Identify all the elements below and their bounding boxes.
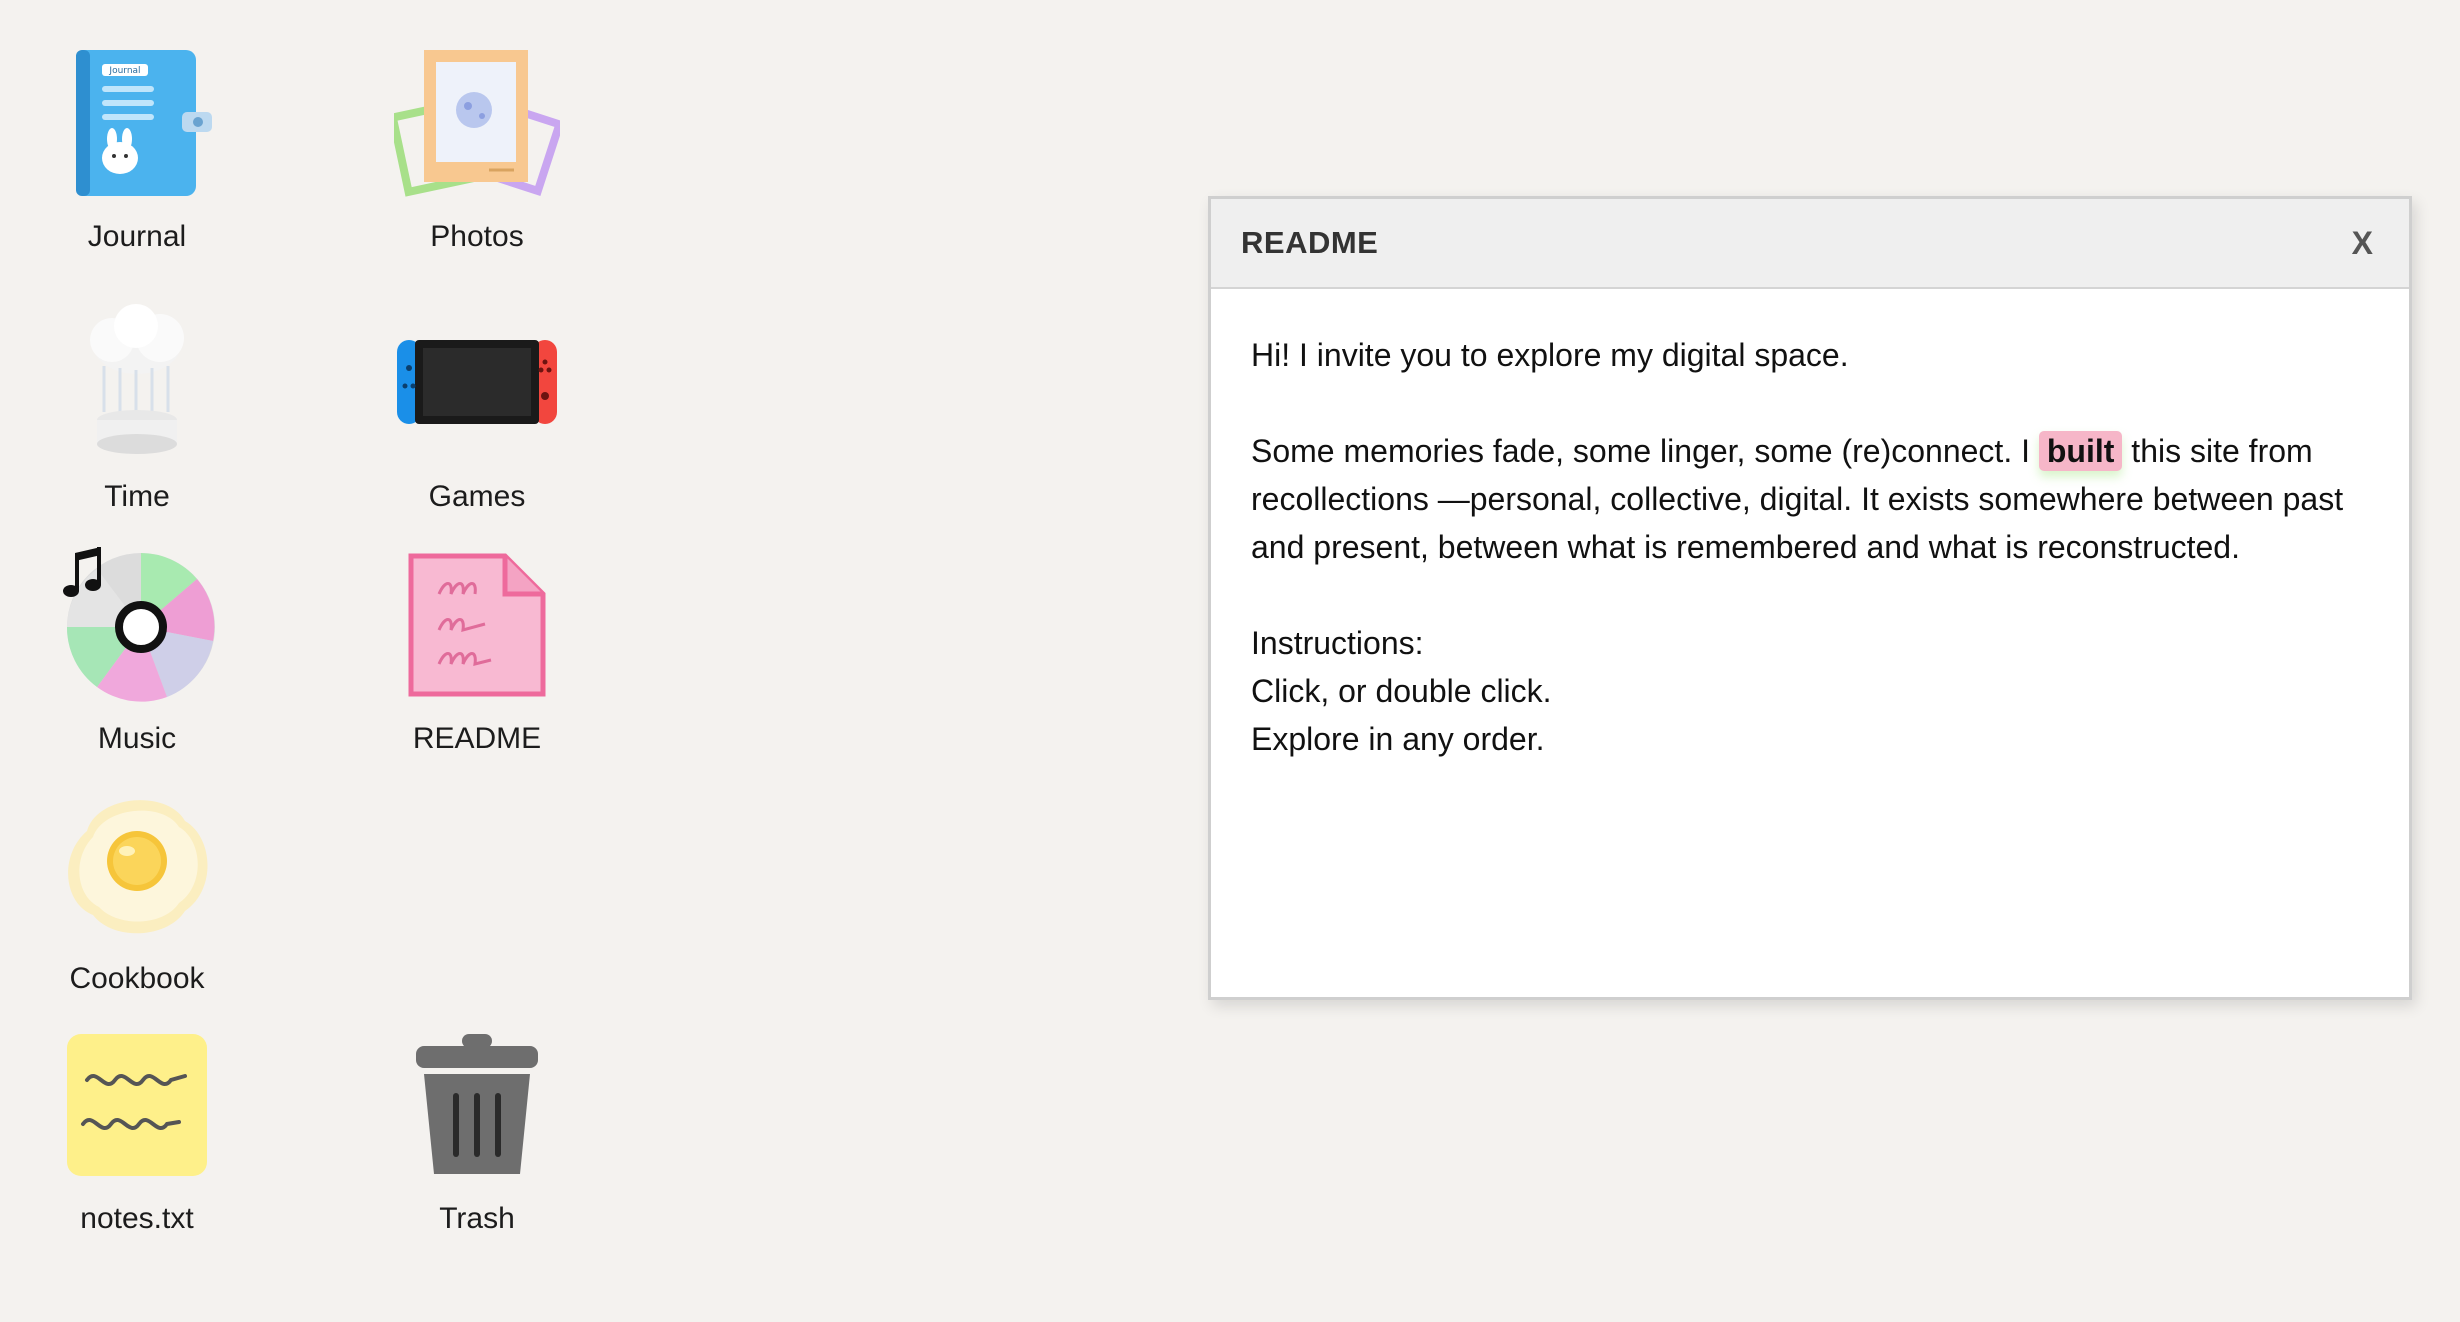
- notes-icon: [52, 1020, 222, 1190]
- description-paragraph: Some memories fade, some linger, some (r…: [1251, 427, 2369, 571]
- cookbook-icon: [52, 780, 222, 950]
- music-icon: [52, 540, 222, 710]
- readme-icon: [392, 540, 562, 710]
- window-titlebar[interactable]: README X: [1211, 199, 2409, 289]
- icon-label-time: Time: [104, 480, 170, 513]
- window-content: Hi! I invite you to explore my digital s…: [1211, 289, 2409, 793]
- photos-icon: [392, 38, 562, 208]
- icon-label-notes: notes.txt: [80, 1202, 194, 1235]
- icon-label-journal: Journal: [87, 220, 187, 253]
- icon-label-trash: Trash: [439, 1202, 515, 1235]
- instructions-heading: Instructions:: [1251, 625, 1424, 661]
- desktop-icon-readme[interactable]: README: [347, 540, 607, 756]
- icon-label-cookbook: Cookbook: [69, 962, 205, 995]
- trash-icon: [392, 1020, 562, 1190]
- desktop: Journal Journal Photos Time Games Music …: [0, 0, 2460, 1322]
- instruction-line: Click, or double click.: [1251, 673, 1552, 709]
- desktop-icon-photos[interactable]: Photos: [347, 38, 607, 254]
- time-icon: [52, 298, 222, 468]
- desktop-icon-trash[interactable]: Trash: [347, 1020, 607, 1236]
- icon-label-photos: Photos: [430, 220, 524, 253]
- desktop-icon-cookbook[interactable]: Cookbook: [7, 780, 267, 996]
- instruction-line: Explore in any order.: [1251, 721, 1545, 757]
- desktop-icon-time[interactable]: Time: [7, 298, 267, 514]
- icon-label-readme: README: [412, 722, 542, 755]
- desktop-icon-journal[interactable]: Journal Journal: [7, 38, 267, 254]
- desktop-icon-games[interactable]: Games: [347, 298, 607, 514]
- games-icon: [392, 298, 562, 468]
- built-link[interactable]: built: [2038, 431, 2123, 471]
- close-button[interactable]: X: [2344, 221, 2381, 266]
- window-title: README: [1241, 225, 1379, 260]
- icon-label-music: Music: [97, 722, 177, 755]
- description-text-before: Some memories fade, some linger, some (r…: [1251, 433, 2039, 469]
- intro-text: Hi! I invite you to explore my digital s…: [1251, 337, 1849, 373]
- icon-label-games: Games: [428, 480, 526, 513]
- svg-text:Journal: Journal: [108, 66, 140, 76]
- desktop-icon-notes[interactable]: notes.txt: [7, 1020, 267, 1236]
- journal-icon: Journal: [52, 38, 222, 208]
- desktop-icon-music[interactable]: Music: [7, 540, 267, 756]
- readme-window[interactable]: README X Hi! I invite you to explore my …: [1208, 196, 2412, 1000]
